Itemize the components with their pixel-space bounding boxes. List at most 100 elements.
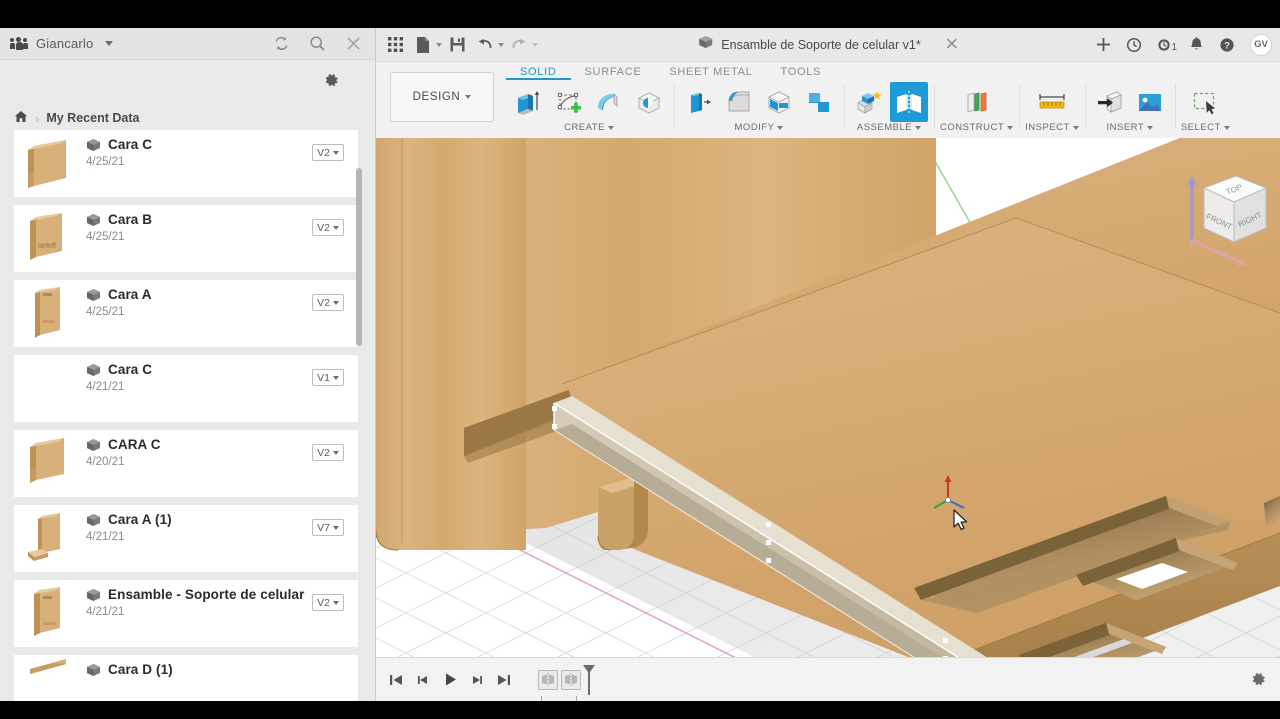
insert-derive-icon[interactable] [1091, 82, 1129, 122]
file-name: Cara B [108, 212, 153, 227]
list-item[interactable]: Cara C 4/21/21 V1 [14, 355, 358, 422]
user-account-button[interactable]: Giancarlo [9, 36, 114, 51]
new-file-icon[interactable] [410, 32, 436, 58]
tab-sheet-metal[interactable]: SHEET METAL [655, 64, 766, 80]
file-thumbnail [14, 205, 86, 272]
hole-icon[interactable] [630, 82, 668, 122]
redo-icon[interactable] [506, 32, 532, 58]
go-to-beginning-icon[interactable] [384, 668, 408, 692]
chevron-down-icon [1072, 125, 1079, 130]
version-badge[interactable]: V2 [312, 594, 344, 611]
press-pull-icon[interactable] [680, 82, 718, 122]
file-name: Cara C [108, 137, 153, 152]
list-item[interactable]: Cara D (1) [14, 655, 358, 701]
group-label-text: INSERT [1106, 122, 1145, 133]
fusion360-window: Giancarlo › My Recent Data Cara C 4/25/2… [0, 0, 1280, 719]
screen-letterbox-top [0, 0, 1280, 28]
list-item[interactable]: Cara A (1) 4/21/21 V7 [14, 505, 358, 572]
cube-icon [86, 663, 101, 677]
ribbon-group-label-construct[interactable]: CONSTRUCT [940, 122, 1014, 133]
workspace-selector[interactable]: DESIGN [390, 72, 494, 122]
file-name: Cara A [108, 287, 152, 302]
ribbon-group-label-modify[interactable]: MODIFY [735, 122, 784, 133]
home-icon[interactable] [14, 110, 28, 126]
version-label: V7 [317, 521, 330, 534]
scrollbar-thumb[interactable] [356, 168, 362, 346]
new-component-icon[interactable] [850, 82, 888, 122]
version-badge[interactable]: V2 [312, 444, 344, 461]
offset-plane-icon[interactable] [958, 82, 996, 122]
measure-icon[interactable] [1033, 82, 1071, 122]
ribbon-group-label-assemble[interactable]: ASSEMBLE [857, 122, 922, 133]
file-thumbnail [14, 355, 86, 422]
3d-viewport[interactable]: TOP FRONT RIGHT [376, 138, 1280, 676]
username-label: Giancarlo [36, 36, 94, 51]
version-label: V2 [317, 221, 330, 234]
sweep-icon[interactable] [590, 82, 628, 122]
model-support-foot [597, 477, 648, 551]
group-label-text: INSPECT [1025, 122, 1070, 133]
extrude-icon[interactable] [510, 82, 548, 122]
ribbon-group-label-insert[interactable]: INSERT [1106, 122, 1154, 133]
bell-icon[interactable] [1182, 31, 1210, 59]
chevron-down-icon[interactable] [498, 42, 504, 47]
cube-icon [86, 588, 101, 602]
file-thumbnail [14, 505, 86, 572]
step-forward-icon[interactable] [465, 668, 489, 692]
play-icon[interactable] [438, 668, 462, 692]
job-status-icon[interactable]: 1 [1151, 31, 1179, 59]
clock-arrow-icon[interactable] [1120, 31, 1148, 59]
ribbon-group-label-inspect[interactable]: INSPECT [1025, 122, 1079, 133]
select-window-icon[interactable] [1186, 82, 1224, 122]
shell-icon[interactable] [760, 82, 798, 122]
canvas-image-icon[interactable] [1131, 82, 1169, 122]
version-badge[interactable]: V2 [312, 294, 344, 311]
list-item[interactable]: Cara C 4/25/21 V2 [14, 130, 358, 197]
chevron-down-icon[interactable] [532, 42, 538, 47]
tab-surface[interactable]: SURFACE [571, 64, 656, 80]
list-item[interactable]: Cara A 4/25/21 V2 [14, 280, 358, 347]
plus-icon[interactable] [1089, 31, 1117, 59]
quick-access-toolbar [376, 32, 538, 58]
list-item[interactable]: CARA C 4/20/21 V2 [14, 430, 358, 497]
group-label-text: MODIFY [734, 122, 775, 133]
gear-icon[interactable] [321, 70, 341, 90]
gear-icon[interactable] [1248, 670, 1268, 690]
close-icon[interactable] [947, 36, 958, 54]
undo-icon[interactable] [472, 32, 498, 58]
create-sketch-icon[interactable] [550, 82, 588, 122]
recent-files-list[interactable]: Cara C 4/25/21 V2 Cara B 4/25/21 V2 Cara… [0, 130, 376, 701]
breadcrumb-current[interactable]: My Recent Data [46, 111, 139, 125]
tab-tools[interactable]: TOOLS [766, 64, 835, 80]
go-to-end-icon[interactable] [492, 668, 516, 692]
version-badge[interactable]: V1 [312, 369, 344, 386]
ribbon-group-label-select[interactable]: SELECT [1181, 122, 1230, 133]
timeline-marker-icon[interactable] [582, 664, 596, 695]
joint-feature-icon[interactable] [561, 669, 581, 690]
combine-icon[interactable] [800, 82, 838, 122]
tab-solid[interactable]: SOLID [506, 64, 571, 80]
refresh-icon[interactable] [271, 34, 291, 54]
avatar[interactable]: GV [1250, 33, 1272, 56]
joint-icon[interactable] [890, 82, 928, 122]
document-tab[interactable]: Ensamble de Soporte de celular v1* [688, 32, 967, 58]
joint-feature-icon[interactable] [538, 669, 558, 690]
fillet-icon[interactable] [720, 82, 758, 122]
version-badge[interactable]: V7 [312, 519, 344, 536]
timeline-playback-controls [376, 668, 516, 692]
close-icon[interactable] [343, 34, 363, 54]
save-icon[interactable] [444, 32, 470, 58]
title-bar-actions: 1 ? GV [1089, 31, 1280, 59]
version-badge[interactable]: V2 [312, 219, 344, 236]
help-icon[interactable]: ? [1213, 31, 1241, 59]
grid-menu-icon[interactable] [382, 32, 408, 58]
list-item[interactable]: Cara B 4/25/21 V2 [14, 205, 358, 272]
version-label: V2 [317, 446, 330, 459]
version-badge[interactable]: V2 [312, 144, 344, 161]
ribbon-group-label-create[interactable]: CREATE [564, 122, 614, 133]
list-item[interactable]: Ensamble - Soporte de celular 4/21/21 V2 [14, 580, 358, 647]
search-icon[interactable] [307, 34, 327, 54]
chevron-down-icon[interactable] [436, 42, 442, 47]
data-panel-scrollbar[interactable] [356, 159, 362, 704]
step-back-icon[interactable] [411, 668, 435, 692]
